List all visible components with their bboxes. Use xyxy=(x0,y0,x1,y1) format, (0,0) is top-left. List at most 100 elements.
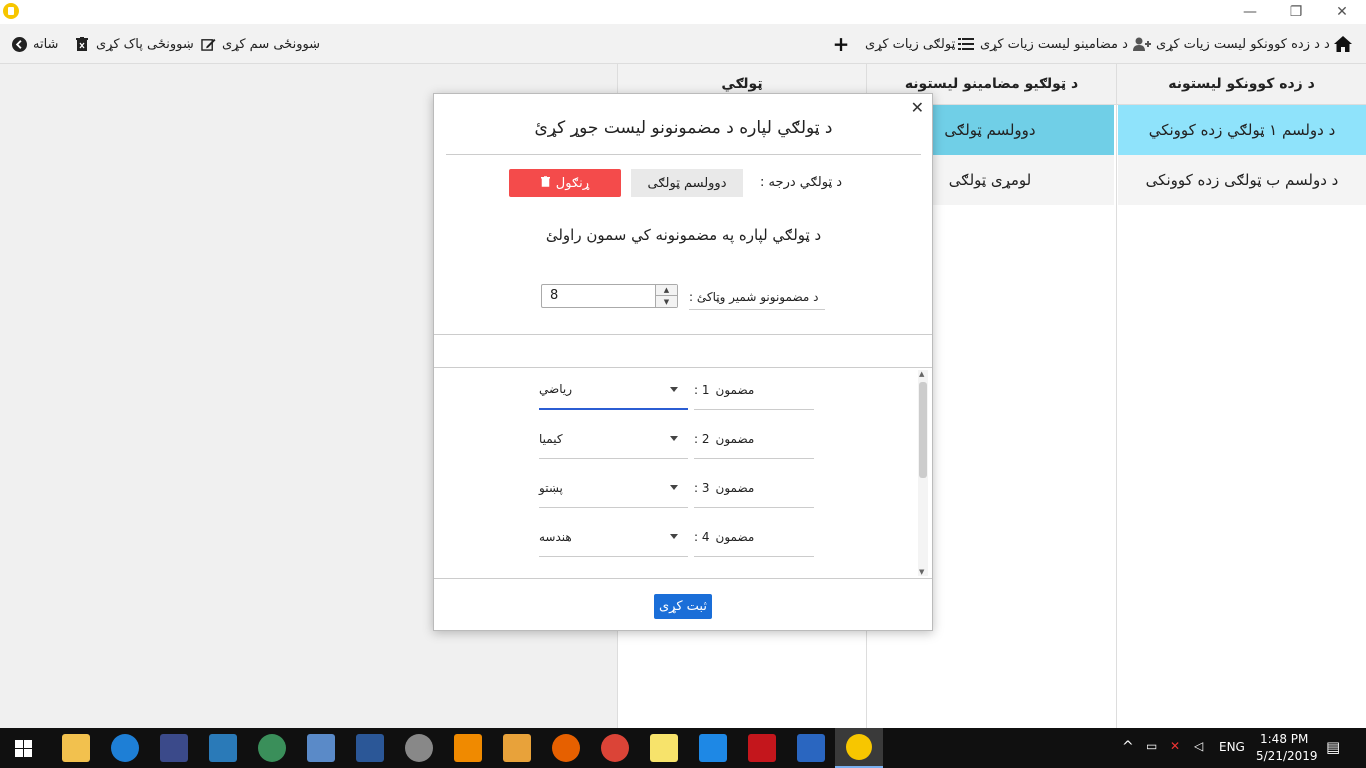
subject-row: مضمون 1 : ریاضي xyxy=(434,370,914,410)
spin-up-icon[interactable]: ▲ xyxy=(655,285,677,296)
chevron-down-icon xyxy=(670,534,678,539)
chrome-icon[interactable] xyxy=(601,734,629,762)
subject-number: مضمون 2 : xyxy=(694,419,814,459)
close-window-button[interactable]: ✕ xyxy=(1319,0,1365,24)
maximize-button[interactable]: ❐ xyxy=(1273,0,1319,24)
minimize-button[interactable]: — xyxy=(1227,0,1273,24)
sublime-icon[interactable] xyxy=(503,734,531,762)
add-subject-list-button[interactable]: د مضامینو لیست زیات کړی xyxy=(957,24,1128,64)
subject-number: مضمون 3 : xyxy=(694,468,814,508)
app-icon[interactable] xyxy=(307,734,335,762)
scroll-up-icon[interactable]: ▲ xyxy=(919,370,924,378)
subject-index: 1 : xyxy=(694,382,710,397)
subject-select[interactable]: پښتو xyxy=(539,468,688,508)
app-icon xyxy=(3,3,19,19)
sticky-notes-icon[interactable] xyxy=(650,734,678,762)
delete-schedule-button[interactable]: ښوونځی پاک کړی xyxy=(73,24,194,64)
volume-icon[interactable]: ◁ xyxy=(1194,739,1203,753)
file-explorer-icon[interactable] xyxy=(62,734,90,762)
notification-icon[interactable]: ▤ xyxy=(1326,738,1340,756)
dialog-title: د ټولګي لپاره د مضمونونو لیست جوړ کړئ xyxy=(534,118,833,138)
edit-icon xyxy=(199,35,217,53)
edit-schedule-label: ښوونځی سم کړی xyxy=(222,36,321,52)
divider xyxy=(434,334,932,335)
save-button[interactable]: ثبت کړی xyxy=(654,594,712,619)
spin-down-icon[interactable]: ▼ xyxy=(655,296,677,307)
students-list-item-selected[interactable]: د دولسم ۱ ټولګي زده کوونکي xyxy=(1118,105,1366,155)
subject-row: مضمون 2 : کیمیا xyxy=(434,419,914,459)
subject-word: مضمون xyxy=(715,431,755,446)
chevron-down-icon xyxy=(670,387,678,392)
app-icon[interactable] xyxy=(209,734,237,762)
subject-count-value[interactable]: 8 xyxy=(550,288,558,303)
subject-word: مضمون xyxy=(715,529,755,544)
title-bar: — ❐ ✕ xyxy=(0,0,1366,24)
app-icon[interactable] xyxy=(258,734,286,762)
home-button[interactable] xyxy=(1334,24,1352,64)
chevron-up-icon[interactable]: ^ xyxy=(1122,739,1134,755)
chevron-down-icon xyxy=(670,485,678,490)
class-grade-label: د ټولګي درجه : xyxy=(760,175,842,190)
subject-list-dialog: ✕ د ټولګي لپاره د مضمونونو لیست جوړ کړئ … xyxy=(433,93,933,631)
subject-select[interactable]: هندسه xyxy=(539,517,688,557)
subject-word: مضمون xyxy=(715,382,755,397)
class-grade-select[interactable]: دوولسم ټولګی xyxy=(631,169,743,197)
subject-list-area: مضمون 1 : ریاضي مضمون 2 : کیمیا مضمون 3 … xyxy=(434,367,932,579)
subject-select[interactable]: کیمیا xyxy=(539,419,688,459)
students-list-item[interactable]: د دولسم ب ټولګی زده کوونکی xyxy=(1118,155,1366,205)
arrow-left-circle-icon xyxy=(10,35,28,53)
edit-schedule-button[interactable]: ښوونځی سم کړی xyxy=(199,24,320,64)
add-subject-list-label: د مضامینو لیست زیات کړی xyxy=(980,36,1128,52)
home-icon xyxy=(1334,35,1352,53)
vscode-icon[interactable] xyxy=(699,734,727,762)
word-icon[interactable] xyxy=(356,734,384,762)
network-icon[interactable]: ✕ xyxy=(1170,739,1180,753)
add-class-label: ټولګی زیات کړی xyxy=(865,36,956,52)
back-button[interactable]: شاته xyxy=(10,24,58,64)
subject-select-value: پښتو xyxy=(539,480,563,495)
clock-time[interactable]: 1:48 PM xyxy=(1260,732,1308,746)
pdf-icon[interactable] xyxy=(748,734,776,762)
subject-index: 2 : xyxy=(694,431,710,446)
language-indicator[interactable]: ENG xyxy=(1219,740,1245,754)
scroll-thumb[interactable] xyxy=(919,382,927,478)
back-label: شاته xyxy=(33,36,59,52)
add-students-button[interactable]: د د زده کوونکو لیست زیات کړی xyxy=(1133,24,1330,64)
add-class-button[interactable]: + ټولګی زیات کړی xyxy=(832,24,956,64)
windows-start-icon[interactable] xyxy=(15,740,32,761)
active-app-tab[interactable] xyxy=(835,728,883,768)
vlc-icon[interactable] xyxy=(454,734,482,762)
subject-select[interactable]: ریاضي xyxy=(539,370,688,410)
edge-icon[interactable] xyxy=(111,734,139,762)
subject-number: مضمون 4 : xyxy=(694,517,814,557)
firefox-icon[interactable] xyxy=(552,734,580,762)
subject-row: مضمون 4 : هندسه xyxy=(434,517,914,557)
vertical-scrollbar[interactable]: ▲ ▼ xyxy=(918,370,928,576)
subject-row: مضمون 3 : پښتو xyxy=(434,468,914,508)
clock-date[interactable]: 5/21/2019 xyxy=(1256,749,1318,763)
battery-icon[interactable]: ▭ xyxy=(1146,739,1157,753)
list-icon xyxy=(957,35,975,53)
subject-select-value: کیمیا xyxy=(539,431,563,446)
subject-number: مضمون 1 : xyxy=(694,370,814,410)
add-user-icon xyxy=(1133,35,1151,53)
chevron-down-icon xyxy=(670,436,678,441)
powershell-icon[interactable] xyxy=(797,734,825,762)
subject-count-spinner[interactable]: 8 ▲ ▼ xyxy=(541,284,678,308)
delete-button[interactable]: ړنګول xyxy=(509,169,621,197)
subject-word: مضمون xyxy=(715,480,755,495)
delete-label: ړنګول xyxy=(555,175,590,191)
dialog-subtitle: د ټولګي لپاره په مضمونونه کي سمون راولئ xyxy=(545,226,822,244)
scroll-down-icon[interactable]: ▼ xyxy=(919,568,924,576)
trash-icon xyxy=(540,175,550,191)
app-icon[interactable] xyxy=(405,734,433,762)
divider xyxy=(446,154,921,155)
taskbar: ^ ▭ ✕ ◁ ENG 1:48 PM 5/21/2019 ▤ xyxy=(0,728,1366,768)
app-icon[interactable] xyxy=(160,734,188,762)
students-column-header: د زده کوونکو لیستونه xyxy=(1116,64,1366,105)
dialog-close-button[interactable]: ✕ xyxy=(911,98,924,117)
subject-select-value: هندسه xyxy=(539,529,572,544)
toolbar: شاته ښوونځی پاک کړی ښوونځی سم کړی + ټولګ… xyxy=(0,24,1366,64)
delete-schedule-label: ښوونځی پاک کړی xyxy=(96,36,194,52)
subject-select-value: ریاضي xyxy=(539,382,572,396)
